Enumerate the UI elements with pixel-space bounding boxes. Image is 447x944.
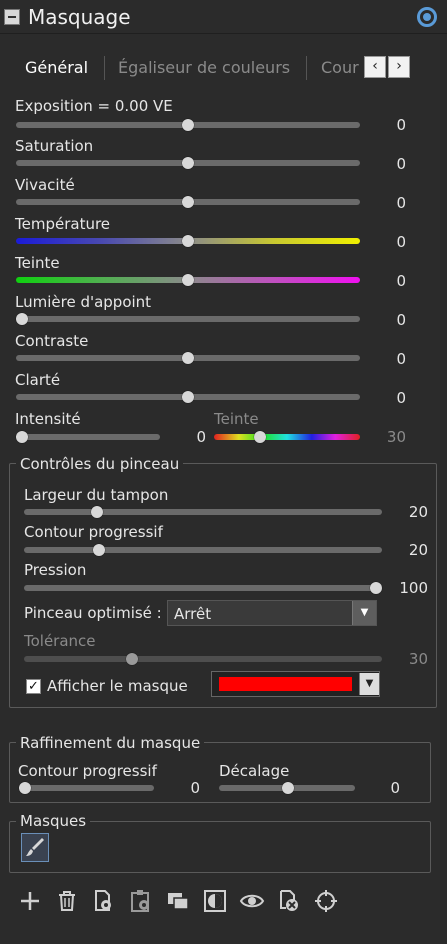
tab-color-equalizer[interactable]: Égaliseur de couleurs xyxy=(118,58,290,77)
tab-separator xyxy=(306,56,307,80)
temperature-value: 0 xyxy=(396,233,406,251)
clarity-label: Clarté xyxy=(15,371,61,389)
exposure-value: 0 xyxy=(396,116,406,134)
saturation-label: Saturation xyxy=(15,137,94,155)
fill-light-slider[interactable] xyxy=(16,316,360,322)
brush-mask-item[interactable] xyxy=(21,833,49,862)
fill-light-knob[interactable] xyxy=(16,313,28,325)
panel-toggle-icon[interactable] xyxy=(417,7,437,27)
refine-feather-value: 0 xyxy=(190,779,200,797)
tint-knob[interactable] xyxy=(182,274,194,286)
tint-label: Teinte xyxy=(15,254,60,272)
brush-width-slider[interactable] xyxy=(24,509,382,515)
intensity-label: Intensité xyxy=(15,410,81,428)
contrast-knob[interactable] xyxy=(182,352,194,364)
clarity-value: 0 xyxy=(396,389,406,407)
smart-brush-select[interactable]: Arrêt ▼ xyxy=(167,600,377,626)
tolerance-knob[interactable] xyxy=(126,653,138,665)
tint-value: 0 xyxy=(396,272,406,290)
saturation-knob[interactable] xyxy=(182,157,194,169)
chevron-down-icon[interactable]: ▼ xyxy=(359,673,379,695)
clarity-knob[interactable] xyxy=(182,391,194,403)
refine-feather-label: Contour progressif xyxy=(18,762,157,780)
intensity-value: 0 xyxy=(196,428,206,446)
show-mask-checkbox[interactable]: ✓ xyxy=(26,679,41,694)
overlay-icon[interactable] xyxy=(165,888,191,914)
masking-panel: Masquage Général Égaliseur de couleurs C… xyxy=(0,0,447,944)
copy-mask-icon[interactable] xyxy=(91,888,117,914)
panel-header: Masquage xyxy=(0,0,447,34)
vibrance-knob[interactable] xyxy=(182,196,194,208)
offset-label: Décalage xyxy=(219,762,290,780)
eye-icon[interactable] xyxy=(239,888,265,914)
panel-title: Masquage xyxy=(28,5,131,29)
invert-icon[interactable] xyxy=(202,888,228,914)
show-mask-label: Afficher le masque xyxy=(47,677,188,695)
chevron-down-icon[interactable]: ▼ xyxy=(352,601,376,625)
fill-light-label: Lumière d'appoint xyxy=(15,293,152,311)
masks-legend: Masques xyxy=(16,812,91,830)
offset-value: 0 xyxy=(390,779,400,797)
add-icon[interactable] xyxy=(17,888,43,914)
temperature-label: Température xyxy=(15,215,111,233)
intensity-slider[interactable] xyxy=(16,434,160,440)
refine-feather-knob[interactable] xyxy=(19,782,31,794)
exposure-label: Exposition = 0.00 VE xyxy=(15,97,173,115)
trash-icon[interactable] xyxy=(54,888,80,914)
collapse-icon[interactable] xyxy=(4,9,20,25)
exposure-knob[interactable] xyxy=(182,119,194,131)
vibrance-label: Vivacité xyxy=(15,176,75,194)
hue-knob[interactable] xyxy=(254,431,266,443)
contrast-value: 0 xyxy=(396,350,406,368)
brush-controls-legend: Contrôles du pinceau xyxy=(16,455,184,473)
intensity-knob[interactable] xyxy=(16,431,28,443)
smart-brush-label: Pinceau optimisé : xyxy=(24,604,162,622)
tolerance-label: Tolérance xyxy=(24,632,96,650)
hue-label: Teinte xyxy=(214,410,259,428)
hue-value: 30 xyxy=(386,428,406,446)
saturation-value: 0 xyxy=(396,155,406,173)
brush-width-value: 20 xyxy=(408,503,428,521)
tab-general[interactable]: Général xyxy=(25,58,88,77)
tab-next-button[interactable]: › xyxy=(388,56,410,78)
mask-refinement-legend: Raffinement du masque xyxy=(16,734,205,752)
pressure-value: 100 xyxy=(399,579,428,597)
tab-separator xyxy=(104,56,105,80)
brush-feather-label: Contour progressif xyxy=(24,523,163,541)
refine-feather-slider[interactable] xyxy=(19,785,154,791)
pressure-label: Pression xyxy=(24,561,87,579)
brush-icon xyxy=(26,838,44,856)
brush-feather-value: 20 xyxy=(408,541,428,559)
tab-prev-button[interactable]: ‹ xyxy=(364,56,386,78)
smart-brush-value: Arrêt xyxy=(174,605,212,623)
offset-knob[interactable] xyxy=(282,782,294,794)
mask-color-swatch xyxy=(218,676,353,692)
temperature-knob[interactable] xyxy=(182,235,194,247)
mask-color-picker[interactable]: ▼ xyxy=(211,671,380,697)
target-icon[interactable] xyxy=(313,888,339,914)
brush-feather-slider[interactable] xyxy=(24,547,382,553)
tolerance-value: 30 xyxy=(408,650,428,668)
hue-slider[interactable] xyxy=(214,434,360,440)
brush-feather-knob[interactable] xyxy=(93,544,105,556)
fill-light-value: 0 xyxy=(396,311,406,329)
contrast-label: Contraste xyxy=(15,332,89,350)
vibrance-value: 0 xyxy=(396,194,406,212)
brush-width-label: Largeur du tampon xyxy=(24,486,169,504)
pressure-slider[interactable] xyxy=(24,585,382,591)
tab-curves[interactable]: Cour xyxy=(321,58,361,77)
brush-width-knob[interactable] xyxy=(91,506,103,518)
clear-mask-icon[interactable] xyxy=(276,888,302,914)
paste-mask-icon[interactable] xyxy=(128,888,154,914)
tolerance-slider[interactable] xyxy=(24,656,382,662)
